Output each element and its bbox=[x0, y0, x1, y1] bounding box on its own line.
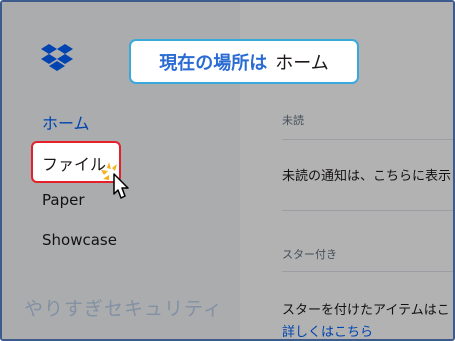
callout-location-text: ホーム bbox=[275, 52, 329, 74]
starred-heading: スター付き bbox=[282, 248, 337, 261]
sidebar-item-showcase[interactable]: Showcase bbox=[42, 231, 117, 249]
pointer-hand-click-icon bbox=[101, 162, 129, 199]
dropbox-logo-icon[interactable] bbox=[40, 44, 74, 72]
divider bbox=[282, 210, 453, 211]
sidebar-item-home[interactable]: ホーム bbox=[42, 110, 90, 134]
location-callout: 現在の場所は ホーム bbox=[129, 39, 359, 84]
sidebar-item-files-label: ファイル bbox=[42, 155, 107, 174]
unread-heading: 未読 bbox=[282, 114, 304, 127]
screenshot-frame: ホーム ファイル Paper Showcase やりすぎセキュリティ 未読 未読… bbox=[0, 0, 455, 341]
divider bbox=[282, 271, 453, 272]
divider bbox=[282, 139, 453, 140]
watermark: やりすぎセキュリティ bbox=[24, 298, 223, 320]
unread-message: 未読の通知は、こちらに表示 bbox=[282, 169, 452, 184]
learn-more-link[interactable]: 詳しくはこちら bbox=[282, 321, 373, 339]
callout-bold-text: 現在の場所は bbox=[159, 52, 268, 74]
sidebar-item-paper[interactable]: Paper bbox=[42, 191, 84, 209]
starred-message: スターを付けたアイテムはこ bbox=[282, 303, 450, 318]
